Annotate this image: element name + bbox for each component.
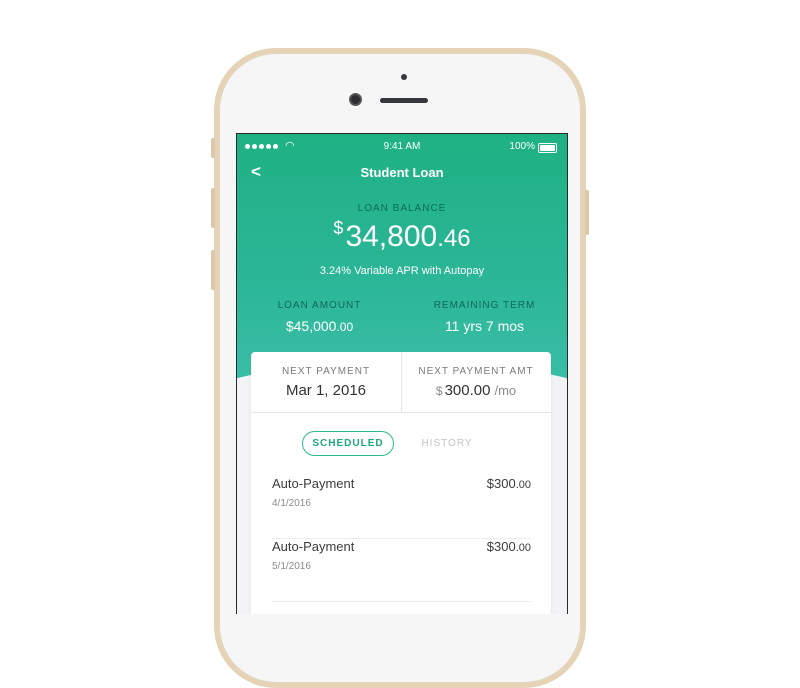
payment-amount-main: $300 (486, 539, 516, 554)
payment-amount-main: $300 (486, 476, 516, 491)
nav-bar: < Student Loan (237, 162, 567, 183)
balance-cents: .46 (437, 225, 471, 252)
payment-title: Auto-Payment (272, 476, 355, 491)
payment-tabs: SCHEDULED HISTORY (251, 431, 551, 457)
loan-balance-label: LOAN BALANCE (357, 203, 447, 214)
next-payment-box: NEXT PAYMENT Mar 1, 2016 (251, 352, 402, 413)
earpiece-speaker (380, 98, 428, 103)
app-screen: ◠ 9:41 AM 100% < Student Loan LOAN BALAN… (236, 133, 568, 614)
loan-amount-label: LOAN AMOUNT (277, 300, 362, 311)
page-title: Student Loan (360, 165, 444, 180)
next-payment-amt-box: NEXT PAYMENT AMT $300.00/mo (401, 352, 551, 413)
payment-title: Auto-Payment (272, 539, 355, 554)
status-bar: ◠ 9:41 AM 100% (245, 140, 559, 154)
remaining-term-label: REMAINING TERM (433, 300, 536, 311)
mute-switch (211, 138, 215, 158)
power-button (585, 190, 589, 235)
next-payment-amt-value: $300.00/mo (401, 382, 551, 399)
next-payment-currency: $ (435, 384, 443, 398)
front-camera (349, 93, 362, 106)
volume-down-button (211, 250, 215, 290)
loan-amount-value: $45,000.00 (237, 318, 402, 334)
remaining-term-block: REMAINING TERM 11 yrs 7 mos (402, 300, 567, 334)
tab-history[interactable]: HISTORY (417, 431, 477, 456)
next-payment-label: NEXT PAYMENT (281, 366, 371, 377)
next-payment-amt-label: NEXT PAYMENT AMT (418, 366, 534, 377)
payment-amount-cents: .00 (515, 542, 531, 554)
tab-scheduled[interactable]: SCHEDULED (302, 431, 394, 456)
next-payment-date: Mar 1, 2016 (285, 382, 367, 399)
battery-icon (538, 143, 557, 153)
loan-balance-amount: $34,800.46 (237, 218, 567, 254)
payments-card: NEXT PAYMENT Mar 1, 2016 NEXT PAYMENT AM… (251, 352, 551, 614)
payment-amount: $300.00 (487, 476, 531, 491)
loan-amount-main: $45,000 (285, 318, 337, 334)
volume-up-button (211, 188, 215, 228)
remaining-term-value: 11 yrs 7 mos (444, 318, 525, 334)
payment-date: 5/1/2016 (272, 561, 311, 572)
payment-amount: $300.00 (487, 539, 531, 554)
payment-row[interactable]: Auto-Payment 4/1/2016 $300.00 (272, 476, 531, 539)
battery-percentage: 100% (509, 141, 535, 152)
apr-text: 3.24% Variable APR with Autopay (319, 265, 485, 277)
payment-row[interactable]: Auto-Payment 5/1/2016 $300.00 (272, 539, 531, 602)
payment-amount-cents: .00 (515, 479, 531, 491)
proximity-sensor (401, 74, 407, 80)
loan-amount-block: LOAN AMOUNT $45,000.00 (237, 300, 402, 334)
next-payment-period: /mo (494, 383, 517, 398)
currency-symbol: $ (333, 218, 344, 238)
balance-main: 34,800 (345, 220, 438, 253)
loan-amount-cents: .00 (336, 320, 354, 334)
next-payment-amount: 300.00 (444, 382, 491, 399)
payment-date: 4/1/2016 (272, 498, 311, 509)
